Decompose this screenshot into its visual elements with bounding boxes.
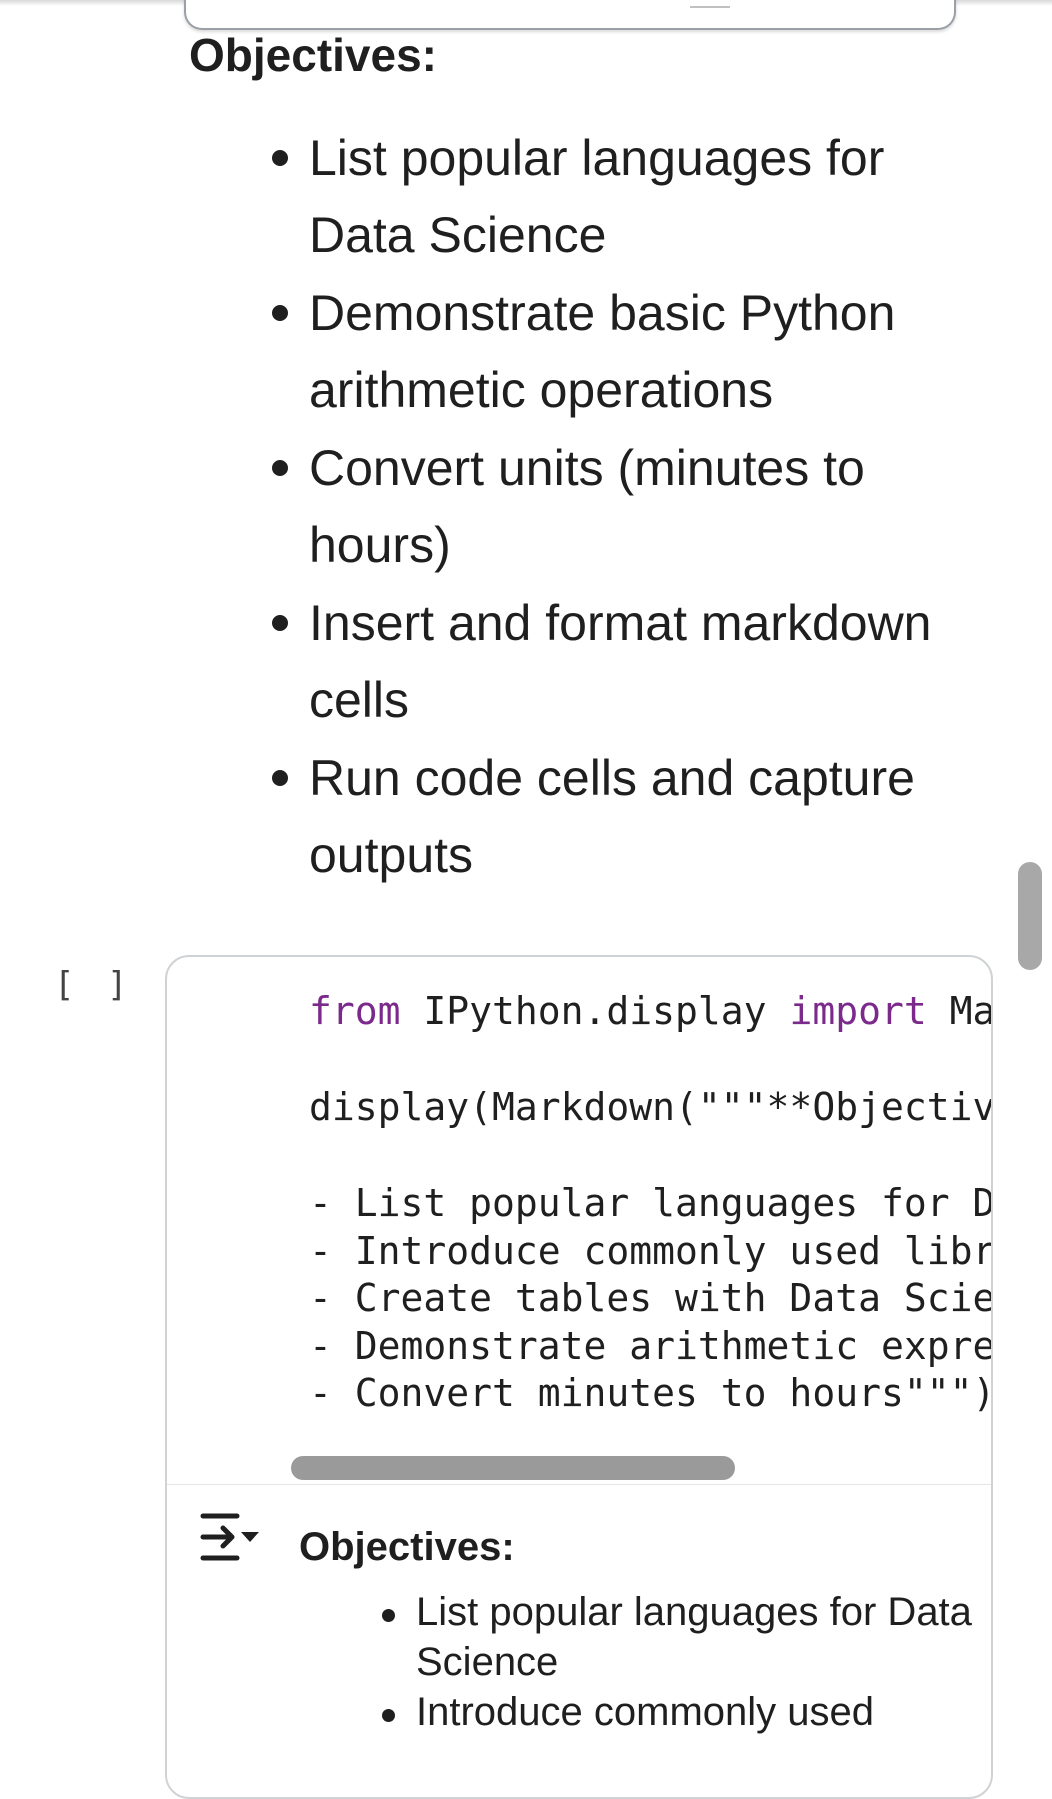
code-line-6: - Demonstrate arithmetic expre — [309, 1324, 991, 1368]
code-line-5: - Create tables with Data Scie — [309, 1276, 991, 1320]
list-item: Convert units (minutes to hours) — [272, 430, 972, 584]
code-horizontal-scrollbar[interactable] — [291, 1456, 735, 1480]
code-editor[interactable]: from IPython.display import Ma display(M… — [167, 957, 991, 1477]
code-line-4: - Introduce commonly used libr — [309, 1229, 991, 1273]
output-toggle-icon[interactable] — [197, 1510, 261, 1564]
output-heading: Objectives: — [299, 1525, 515, 1569]
list-item: List popular languages for Data Science — [382, 1587, 982, 1687]
output-objectives-list: List popular languages for Data Science … — [382, 1587, 982, 1737]
markdown-heading: Objectives: — [189, 29, 437, 81]
code-line-1: from IPython.display import Ma — [309, 987, 991, 1035]
list-item: Run code cells and capture outputs — [272, 740, 972, 894]
code-line-3: - List popular languages for D — [309, 1181, 991, 1225]
keyword-token: import — [789, 989, 927, 1033]
code-cell[interactable]: from IPython.display import Ma display(M… — [165, 955, 993, 1799]
list-item: Demonstrate basic Python arithmetic oper… — [272, 275, 972, 429]
code-token: Ma — [926, 989, 991, 1033]
code-token: IPython.display — [400, 989, 790, 1033]
page-scrollbar[interactable] — [1018, 862, 1042, 970]
markdown-objectives-list: List popular languages for Data Science … — [272, 120, 972, 895]
keyword-token: from — [309, 989, 401, 1033]
previous-cell-handle — [690, 6, 730, 8]
list-item: List popular languages for Data Science — [272, 120, 972, 274]
list-item: Insert and format markdown cells — [272, 585, 972, 739]
code-line-7: - Convert minutes to hours""") — [309, 1371, 991, 1415]
run-cell-button[interactable]: [ ] — [54, 965, 133, 1005]
code-line-2: display(Markdown("""**Objectiv — [309, 1085, 991, 1129]
output-divider — [167, 1484, 991, 1485]
list-item: Introduce commonly used — [382, 1687, 982, 1737]
